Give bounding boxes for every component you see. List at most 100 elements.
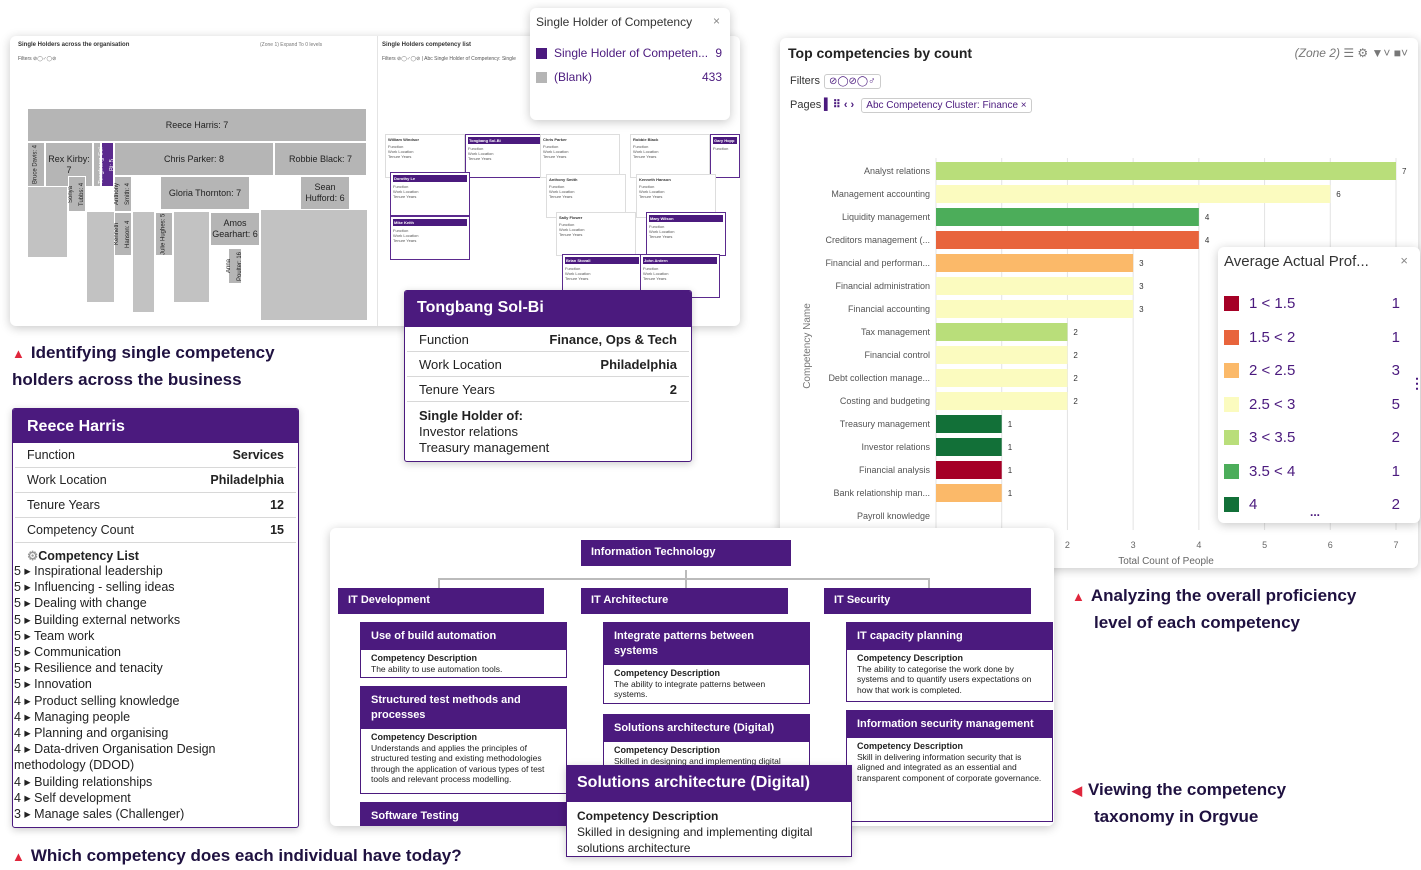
node-sean-hufford[interactable]: Sean Hufford: 6 bbox=[300, 176, 350, 210]
card-integrate-patterns[interactable]: Integrate patterns between systems Compe… bbox=[603, 622, 810, 704]
y-tick-label: Liquidity management bbox=[842, 212, 931, 222]
mini-card[interactable]: Dorothy Le Function Work Location Tenure Ye… bbox=[390, 172, 470, 216]
popup-body: Competency Description Skilled in designi… bbox=[567, 802, 851, 856]
mini-card-name: Gary Hopp bbox=[713, 137, 737, 144]
bar[interactable] bbox=[936, 346, 1068, 364]
bar[interactable] bbox=[936, 277, 1134, 295]
bar[interactable] bbox=[936, 392, 1068, 410]
filter-icons[interactable]: ⊘◯⊘◯♂ bbox=[823, 74, 881, 89]
node-anna-poulter[interactable]: Anna Poulter: 16 bbox=[226, 248, 243, 284]
card-title: Information security management bbox=[847, 711, 1052, 738]
vertical-dots-icon[interactable]: ⋮ bbox=[1410, 375, 1421, 392]
mini-card[interactable]: Mary Wilson Function Work Location Tenure Y… bbox=[646, 212, 726, 256]
more-icon[interactable]: ... bbox=[1310, 505, 1320, 519]
node-gloria-thornton[interactable]: Gloria Thornton: 7 bbox=[160, 176, 250, 210]
row-function: Function Finance, Ops & Tech bbox=[407, 327, 689, 352]
bar[interactable] bbox=[936, 369, 1068, 387]
single-holder-section: Single Holder of: Investor relations Tre… bbox=[405, 402, 691, 456]
legend-item[interactable]: 2 < 2.5 3 bbox=[1224, 362, 1400, 379]
page-chip[interactable]: Abc Competency Cluster: Finance × bbox=[861, 98, 1032, 113]
bar[interactable] bbox=[936, 461, 1002, 479]
chart-pages[interactable]: Pages ▍⠿ ‹ › Abc Competency Cluster: Fin… bbox=[790, 98, 1032, 113]
value: 12 bbox=[270, 498, 284, 512]
node-information-technology[interactable]: Information Technology bbox=[581, 540, 791, 566]
list-filter-chip: Abc Single Holder of Competency: Single bbox=[424, 56, 516, 62]
legend-item[interactable]: 1.5 < 2 1 bbox=[1224, 329, 1400, 346]
node-chris-parker[interactable]: Chris Parker: 8 bbox=[114, 142, 274, 176]
list-panel-filters[interactable]: Filters ⊘◯♂◯⊘ | Abc Single Holder of Com… bbox=[382, 56, 516, 62]
bar[interactable] bbox=[936, 300, 1134, 318]
node-kenneth-hanson[interactable]: Kenneth Hanson: 4 bbox=[114, 212, 132, 256]
node-amos-gearhart[interactable]: Amos Gearhart: 6 bbox=[210, 212, 260, 246]
chart-filters[interactable]: Filters ⊘◯⊘◯♂ bbox=[790, 74, 881, 89]
card-structured-test[interactable]: Structured test methods and processes Co… bbox=[360, 686, 567, 794]
node-it-architecture[interactable]: IT Architecture bbox=[581, 588, 788, 614]
bar[interactable] bbox=[936, 208, 1199, 226]
legend-count: 2 bbox=[1391, 429, 1400, 446]
legend-count: 433 bbox=[701, 70, 722, 84]
filters-label: Filters bbox=[382, 56, 396, 62]
label: Tenure Years bbox=[419, 381, 495, 397]
page-nav-icons[interactable]: ▍⠿ ‹ › bbox=[824, 99, 854, 111]
org-panel-tools[interactable]: (Zone 1) Expand To 0 levels bbox=[260, 42, 322, 48]
node-anthony-smith[interactable]: Anthony Smith: 4 bbox=[114, 176, 132, 212]
legend-item-blank[interactable]: (Blank) 433 bbox=[536, 70, 722, 84]
bar[interactable] bbox=[936, 415, 1002, 433]
legend-label: 3 < 3.5 bbox=[1249, 429, 1296, 446]
filters-label: Filters bbox=[790, 75, 820, 87]
y-tick-label: Debt collection manage... bbox=[828, 373, 930, 383]
list-item: 4 ▸ Planning and organising bbox=[14, 726, 169, 741]
node-julie-hughes[interactable]: Julie Hughes: 5 bbox=[155, 212, 173, 256]
card-build-automation[interactable]: Use of build automation Competency Descr… bbox=[360, 622, 567, 678]
bar[interactable] bbox=[936, 254, 1134, 272]
mini-card[interactable]: Robbie Black Function Work Location Tenure … bbox=[630, 134, 710, 178]
caption-text: holders across the business bbox=[12, 370, 242, 389]
legend-item-single-holder[interactable]: Single Holder of Competen... 9 bbox=[536, 46, 722, 60]
value: Philadelphia bbox=[210, 473, 284, 487]
mini-card-name: Sally Flower bbox=[559, 215, 583, 220]
org-panel-filters[interactable]: Filters ⊘◯♂◯⊘ bbox=[18, 56, 56, 62]
bar[interactable] bbox=[936, 231, 1199, 249]
mini-card[interactable]: Mike Keith Function Work Location Tenure Ye… bbox=[390, 216, 470, 260]
legend-count: 1 bbox=[1391, 295, 1400, 312]
legend-count: 1 bbox=[1391, 328, 1400, 346]
bar[interactable] bbox=[936, 484, 1002, 502]
bar[interactable] bbox=[936, 438, 1002, 456]
close-icon[interactable]: × bbox=[713, 14, 720, 28]
card-software-testing[interactable]: Software Testing bbox=[360, 802, 567, 826]
bar[interactable] bbox=[936, 323, 1068, 341]
toolbar-icons[interactable]: ☰ ⚙ ▼˅ ■˅ bbox=[1343, 46, 1408, 60]
data-label: 2 bbox=[1073, 374, 1078, 383]
node-it-security[interactable]: IT Security bbox=[824, 588, 1031, 614]
mini-card[interactable]: Gary Hopp Function bbox=[710, 134, 740, 178]
node-sonya-tubbs[interactable]: Sonya Tubbs: 4 bbox=[68, 176, 86, 212]
legend-item[interactable]: 1 < 1.5 1 bbox=[1224, 295, 1400, 312]
node-reece-harris[interactable]: Reece Harris: 7 bbox=[27, 108, 367, 142]
data-label: 1 bbox=[1008, 443, 1013, 452]
node-it-development[interactable]: IT Development bbox=[338, 588, 544, 614]
bar[interactable] bbox=[936, 185, 1331, 203]
data-label: 1 bbox=[1008, 489, 1013, 498]
mini-card-name: Anthony Smith bbox=[549, 177, 578, 182]
competency-list-header: ⚙Competency List bbox=[13, 543, 298, 563]
legend-item[interactable]: 3.5 < 4 1 bbox=[1224, 463, 1400, 480]
card-infosec-management[interactable]: Information security management Competen… bbox=[846, 710, 1053, 822]
triangle-up-icon: ▲ bbox=[1072, 589, 1085, 604]
data-label: 2 bbox=[1073, 351, 1078, 360]
close-icon[interactable]: × bbox=[1400, 253, 1408, 268]
legend-item[interactable]: 2.5 < 3 5 bbox=[1224, 396, 1400, 413]
desc: The ability to categorise the work done … bbox=[857, 663, 1032, 695]
mini-card[interactable]: Tongbang Sol-Bi Function Work Location Tenu… bbox=[465, 134, 545, 178]
desc-label: Competency Description bbox=[614, 668, 721, 678]
mini-card[interactable]: Sally Flower Function Work Location Tenure … bbox=[556, 212, 636, 256]
bar[interactable] bbox=[936, 162, 1396, 180]
data-label: 2 bbox=[1073, 328, 1078, 337]
legend-item[interactable]: 3 < 3.5 2 bbox=[1224, 429, 1400, 446]
swatch-icon bbox=[1224, 329, 1239, 345]
card-capacity-planning[interactable]: IT capacity planning Competency Descript… bbox=[846, 622, 1053, 702]
data-label: 6 bbox=[1336, 190, 1341, 199]
org-stripes bbox=[27, 187, 67, 257]
node-robbie-black[interactable]: Robbie Black: 7 bbox=[274, 142, 367, 176]
node-bruce-davis[interactable]: Bruce Davis: 4 bbox=[27, 142, 45, 187]
mini-card[interactable]: Chris Parker Function Work Location Tenure … bbox=[540, 134, 620, 178]
